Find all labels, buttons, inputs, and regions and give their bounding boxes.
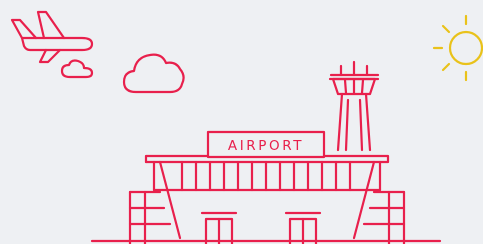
airport-sign-text: AIRPORT: [228, 138, 304, 154]
control-tower-icon: [328, 60, 380, 152]
cloud-icon: [122, 53, 185, 94]
airplane-icon: [10, 10, 94, 64]
sun-icon: [432, 14, 483, 82]
airport-scene-svg: AIRPORT: [10, 10, 483, 244]
small-cloud-icon: [60, 59, 94, 79]
airport-illustration: AIRPORT: [0, 0, 483, 244]
